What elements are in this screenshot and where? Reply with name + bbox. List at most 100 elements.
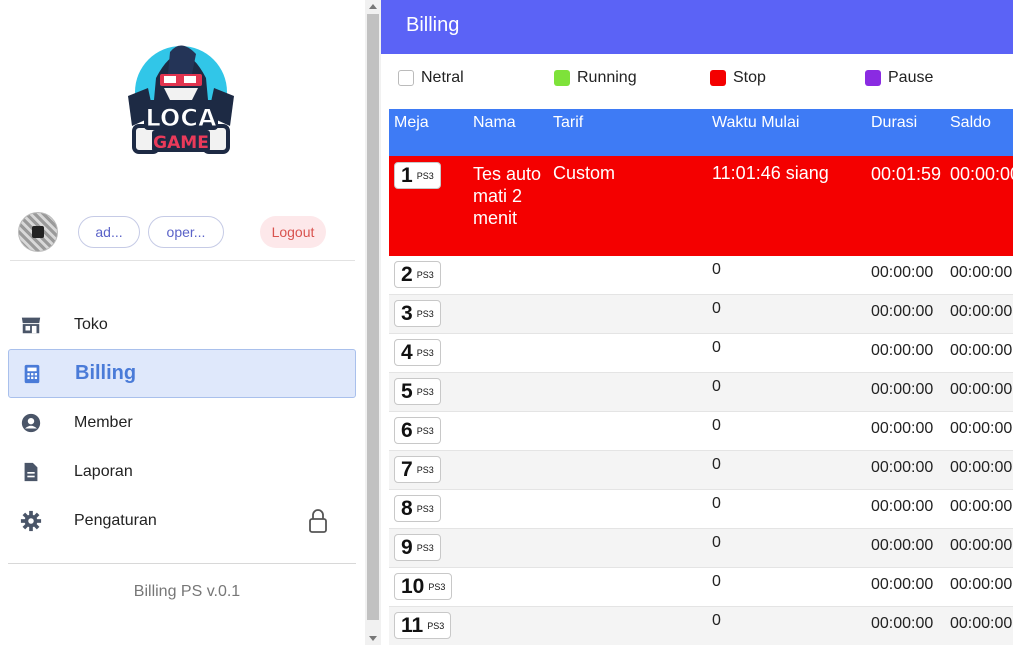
logo-text-loca: LOCA [145, 104, 216, 132]
table-number: 5 [401, 379, 413, 403]
cell-durasi: 00:00:00 [871, 303, 934, 320]
cell-durasi: 00:00:00 [871, 498, 934, 515]
page-title: Billing [406, 14, 460, 36]
cell-waktu-mulai: 0 [712, 495, 721, 512]
table-number: 8 [401, 496, 413, 520]
table-row[interactable]: 9 PS3 0 00:00:00 00:00:00 [389, 529, 1013, 568]
cell-waktu-mulai: 0 [712, 300, 721, 317]
sidebar-scrollbar[interactable] [365, 0, 381, 645]
page-header: Billing [381, 0, 1013, 54]
cell-durasi: 00:00:00 [871, 459, 934, 476]
cell-saldo: 00:00:00 [950, 342, 1013, 359]
cell-durasi: 00:00:00 [871, 537, 934, 554]
table-row[interactable]: 3 PS3 0 00:00:00 00:00:00 [389, 295, 1013, 334]
sidebar-item-toko[interactable]: Toko [8, 300, 356, 349]
table-number-button[interactable]: 2 PS3 [394, 261, 441, 288]
table-number-button[interactable]: 9 PS3 [394, 534, 441, 561]
legend-label: Pause [888, 69, 934, 86]
user-circle-icon [21, 413, 41, 432]
console-label: PS3 [416, 503, 434, 514]
loca-game-logo: LOCA GAME [128, 45, 234, 154]
legend-label: Stop [733, 69, 766, 86]
cell-waktu-mulai: 0 [712, 378, 721, 395]
table-number: 7 [401, 457, 413, 481]
legend-label: Running [577, 69, 637, 86]
table-row[interactable]: 5 PS3 0 00:00:00 00:00:00 [389, 373, 1013, 412]
cell-saldo: 00:00:00 [950, 459, 1013, 476]
table-number-button[interactable]: 4 PS3 [394, 339, 441, 366]
table-number: 4 [401, 340, 413, 364]
main-content: Billing Netral Running Stop Pause Meja N… [381, 0, 1013, 645]
console-label: PS3 [416, 308, 434, 319]
lock-icon [309, 508, 327, 533]
console-label: PS3 [416, 542, 434, 553]
table-number-button[interactable]: 7 PS3 [394, 456, 441, 483]
role-badge-admin[interactable]: ad... [78, 216, 140, 248]
sidebar: LOCA GAME ad... oper... Logout Toko Bill… [0, 0, 365, 645]
scroll-up-arrow-icon[interactable] [369, 4, 377, 9]
sidebar-item-laporan[interactable]: Laporan [8, 447, 356, 496]
pause-swatch [865, 70, 881, 86]
cell-waktu-mulai: 0 [712, 612, 721, 629]
table-number-button[interactable]: 11 PS3 [394, 612, 452, 639]
table-number-button[interactable]: 10 PS3 [394, 573, 453, 600]
netral-swatch [398, 70, 414, 86]
table-row[interactable]: 4 PS3 0 00:00:00 00:00:00 [389, 334, 1013, 373]
sidebar-item-pengaturan[interactable]: Pengaturan [8, 496, 356, 545]
cell-waktu-mulai: 0 [712, 261, 721, 278]
table-number-button[interactable]: 1 PS3 [394, 162, 441, 189]
table-number-button[interactable]: 3 PS3 [394, 300, 441, 327]
table-number-button[interactable]: 6 PS3 [394, 417, 441, 444]
scrollbar-thumb[interactable] [367, 14, 379, 620]
legend-netral: Netral [398, 69, 464, 87]
cell-waktu-mulai: 0 [712, 573, 721, 590]
console-label: PS3 [416, 386, 434, 397]
cell-waktu-mulai: 0 [712, 417, 721, 434]
console-label: PS3 [416, 347, 434, 358]
sidebar-item-member[interactable]: Member [8, 398, 356, 447]
legend-label: Netral [421, 69, 464, 86]
avatar[interactable] [18, 212, 58, 252]
table-body: 1 PS3 Tes auto mati 2 menit Custom 11:01:46 … [389, 156, 1013, 645]
console-label: PS3 [416, 269, 434, 280]
console-label: PS3 [428, 581, 446, 592]
console-label: PS3 [427, 620, 445, 631]
cell-durasi: 00:01:59 [871, 164, 942, 184]
logout-button[interactable]: Logout [260, 216, 326, 248]
table-row[interactable]: 1 PS3 Tes auto mati 2 menit Custom 11:01:46 … [389, 156, 1013, 256]
sidebar-item-label: Pengaturan [74, 511, 157, 529]
table-number: 3 [401, 301, 413, 325]
cell-waktu-mulai: 0 [712, 339, 721, 356]
role-badge-operator[interactable]: oper... [148, 216, 224, 248]
table-row[interactable]: 10 PS3 0 00:00:00 00:00:00 [389, 568, 1013, 607]
scroll-down-arrow-icon[interactable] [369, 636, 377, 641]
column-header-saldo: Saldo [950, 114, 991, 131]
table-row[interactable]: 6 PS3 0 00:00:00 00:00:00 [389, 412, 1013, 451]
file-icon [24, 462, 38, 481]
cell-durasi: 00:00:00 [871, 342, 934, 359]
table-number-button[interactable]: 5 PS3 [394, 378, 441, 405]
table-row[interactable]: 8 PS3 0 00:00:00 00:00:00 [389, 490, 1013, 529]
column-header-durasi: Durasi [871, 114, 918, 131]
legend-running: Running [554, 69, 637, 87]
billing-table: Meja Nama Tarif Waktu Mulai Durasi Saldo… [389, 109, 1013, 645]
table-row[interactable]: 2 PS3 0 00:00:00 00:00:00 [389, 256, 1013, 295]
stop-swatch [710, 70, 726, 86]
sidebar-item-label: Billing [75, 362, 137, 384]
cell-saldo: 00:00:00 [950, 576, 1013, 593]
sidebar-item-label: Laporan [74, 462, 133, 480]
table-header: Meja Nama Tarif Waktu Mulai Durasi Saldo [389, 109, 1013, 156]
gear-icon [20, 510, 42, 531]
running-swatch [554, 70, 570, 86]
column-header-tarif: Tarif [553, 114, 584, 131]
cell-durasi: 00:00:00 [871, 264, 934, 281]
console-label: PS3 [416, 170, 434, 181]
console-label: PS3 [416, 464, 434, 475]
table-row[interactable]: 7 PS3 0 00:00:00 00:00:00 [389, 451, 1013, 490]
user-row: ad... oper... Logout [18, 212, 358, 252]
status-legend: Netral Running Stop Pause [381, 54, 1013, 109]
sidebar-item-billing[interactable]: Billing [8, 349, 356, 398]
cell-saldo: 00:00:00 [950, 498, 1013, 515]
table-row[interactable]: 11 PS3 0 00:00:00 00:00:00 [389, 607, 1013, 645]
table-number-button[interactable]: 8 PS3 [394, 495, 441, 522]
